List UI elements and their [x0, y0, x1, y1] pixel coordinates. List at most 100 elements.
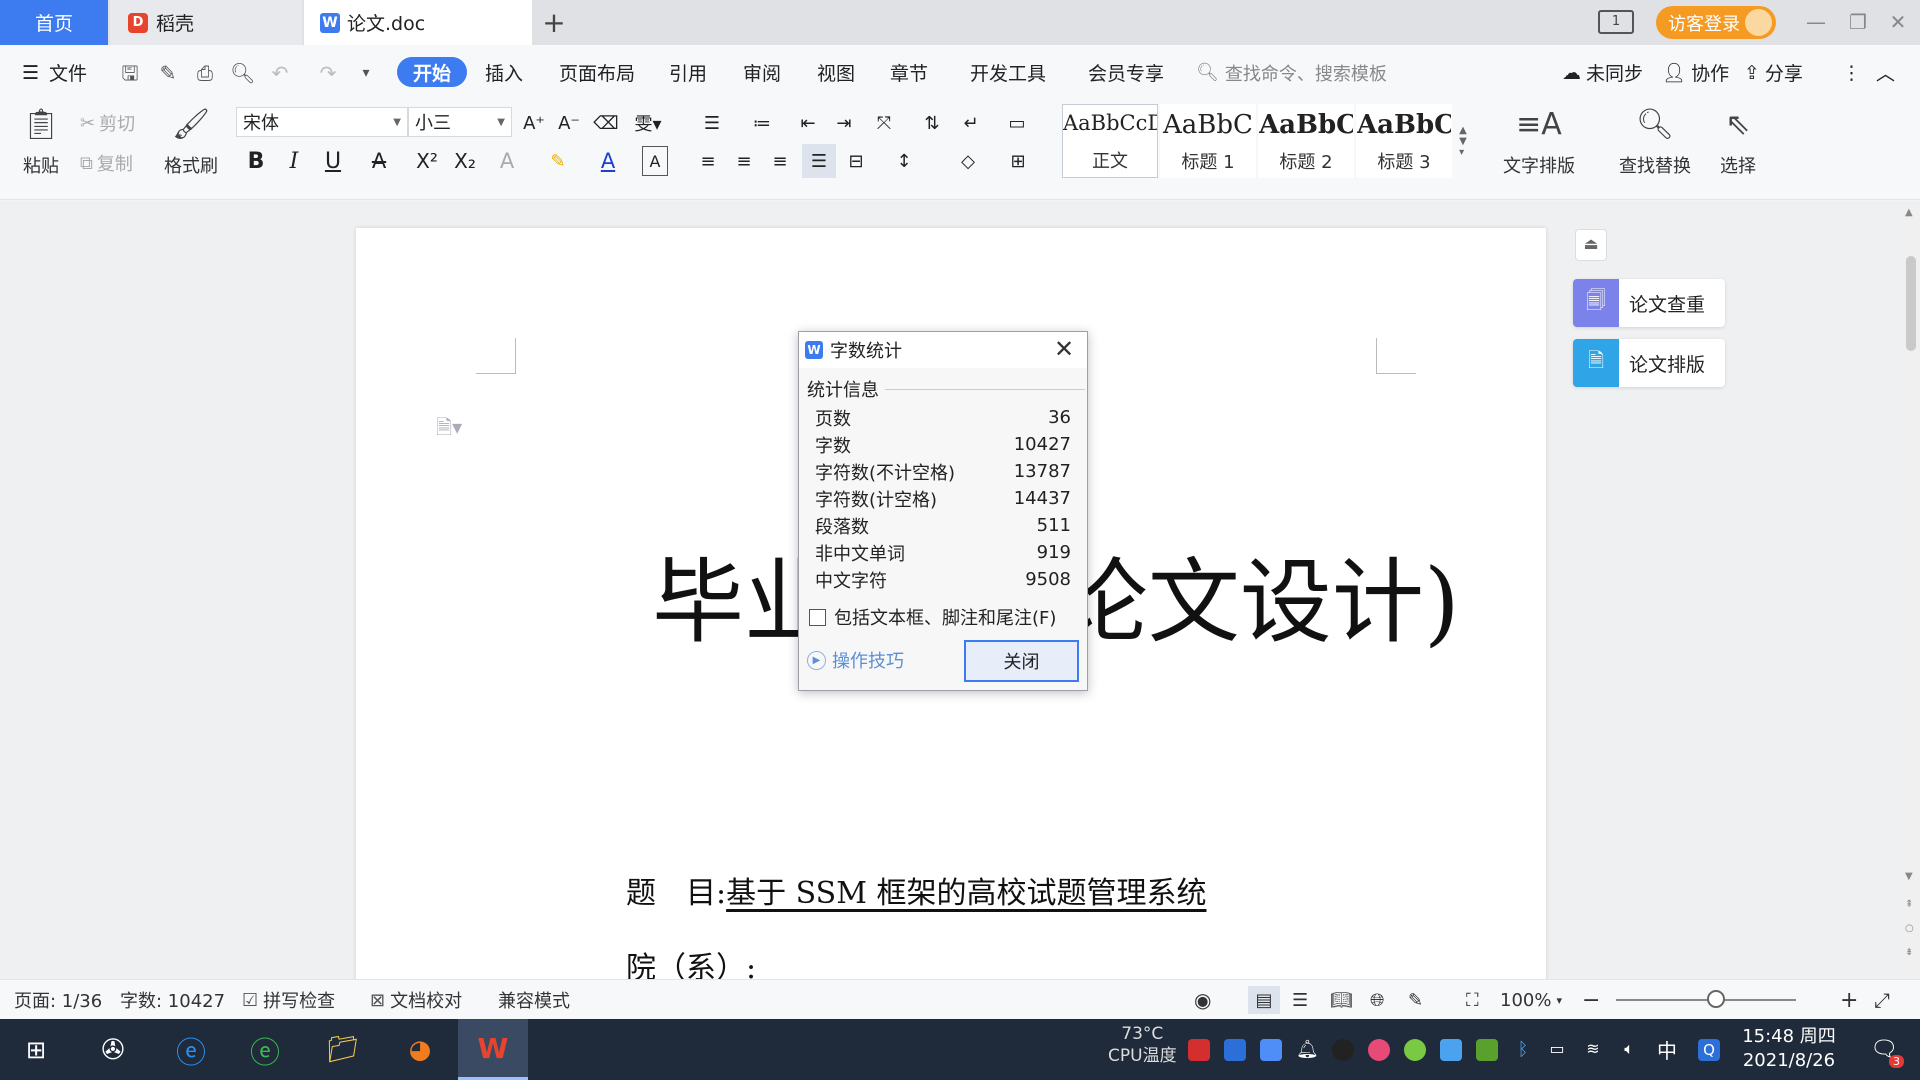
tab-chapter[interactable]: 章节 — [890, 45, 928, 100]
align-center-icon[interactable]: ≡ — [730, 146, 758, 176]
decrease-indent-icon[interactable]: ⇤ — [794, 108, 822, 138]
underline-icon[interactable]: U — [316, 146, 350, 176]
close-icon[interactable]: ✕ — [1051, 336, 1077, 362]
bell-icon[interactable]: 🔔︎ — [1296, 1039, 1319, 1061]
share-button[interactable]: ⇪ 分享 — [1744, 45, 1803, 100]
highlight-icon[interactable]: ✎ — [540, 146, 576, 176]
text-layout-button[interactable]: ≡A 文字排版 — [1494, 108, 1584, 178]
collab-button[interactable]: 👤︎ 协作 — [1662, 45, 1729, 100]
visitor-login-button[interactable]: 访客登录 — [1656, 6, 1776, 39]
minimize-button[interactable]: — — [1798, 8, 1834, 36]
align-right-icon[interactable]: ≡ — [766, 146, 794, 176]
italic-icon[interactable]: I — [282, 146, 306, 176]
ie-browser-icon[interactable]: ⓔ — [166, 1019, 216, 1080]
bold-icon[interactable]: B — [244, 146, 268, 176]
number-list-icon[interactable]: ≔ — [744, 108, 780, 138]
input-method-indicator[interactable]: 中 — [1657, 1019, 1677, 1080]
tab-home[interactable]: 首页 — [0, 0, 108, 45]
volume-icon[interactable]: 🔈︎ — [1618, 1039, 1640, 1061]
wps-taskbar-icon[interactable]: W — [458, 1019, 528, 1080]
tray-app-icon[interactable] — [1368, 1039, 1390, 1061]
tab-review[interactable]: 审阅 — [743, 45, 781, 100]
subscript-icon[interactable]: X₂ — [450, 146, 480, 176]
tab-references[interactable]: 引用 — [669, 45, 707, 100]
paper-format-button[interactable]: 🗎 论文排版 — [1573, 339, 1725, 387]
app-mascot-icon[interactable]: ◕ — [394, 1019, 446, 1080]
phonetic-icon[interactable]: 雯▾ — [630, 108, 666, 138]
paper-check-button[interactable]: 🗐 论文查重 — [1573, 279, 1725, 327]
select-button[interactable]: ⇖ 选择 — [1712, 108, 1764, 178]
style-normal[interactable]: AaBbCcDd 正文 — [1062, 104, 1158, 178]
copy-button[interactable]: ⧉ 复制 — [80, 148, 133, 178]
paste-button[interactable]: 📋︎ 粘贴 — [16, 108, 66, 178]
char-border-icon[interactable]: A — [642, 146, 668, 176]
font-size-select[interactable]: 小三 ▼ — [408, 107, 512, 137]
qq-icon[interactable] — [1332, 1039, 1354, 1061]
undo-icon[interactable]: ↶ — [268, 61, 292, 85]
tab-insert[interactable]: 插入 — [485, 45, 523, 100]
cut-button[interactable]: ✂ 剪切 — [80, 108, 135, 138]
battery-icon[interactable]: ▭ — [1546, 1039, 1568, 1061]
outline-view-icon[interactable]: ☰ — [1292, 980, 1308, 1020]
strikethrough-icon[interactable]: A — [362, 146, 396, 176]
print-preview-icon[interactable]: 🔍︎ — [230, 61, 255, 85]
close-window-button[interactable]: ✕ — [1880, 8, 1916, 36]
style-heading-1[interactable]: AaBbC 标题 1 — [1160, 104, 1256, 178]
scroll-down-icon[interactable]: ▼ — [1905, 871, 1913, 882]
next-page-icon[interactable]: ⇟ — [1905, 947, 1913, 958]
scrollbar-thumb[interactable] — [1906, 256, 1916, 351]
spell-check-button[interactable]: ☑ 拼写检查 — [242, 980, 335, 1020]
style-heading-3[interactable]: AaBbC 标题 3 — [1356, 104, 1452, 178]
new-tab-button[interactable]: + — [536, 4, 572, 40]
ruler-icon[interactable]: ▭ — [1002, 108, 1032, 138]
page-indicator[interactable]: 页面: 1/36 — [14, 980, 102, 1020]
zoom-slider-handle[interactable] — [1707, 990, 1725, 1008]
more-icon[interactable]: ⋮ — [1842, 45, 1861, 100]
line-break-icon[interactable]: ↵ — [954, 108, 988, 138]
search-tray-icon[interactable]: Q — [1698, 1039, 1720, 1061]
reading-view-icon[interactable]: 📖︎ — [1330, 980, 1353, 1020]
web-view-icon[interactable]: 🌐︎ — [1370, 980, 1384, 1020]
zoom-level[interactable]: 100% ▾ — [1500, 980, 1562, 1020]
prev-page-icon[interactable]: ⇞ — [1905, 899, 1913, 910]
sync-status[interactable]: ☁ 未同步 — [1562, 45, 1643, 100]
grow-font-icon[interactable]: A⁺ — [520, 108, 548, 138]
paint-icon[interactable]: ✎ — [156, 61, 180, 85]
tab-view[interactable]: 视图 — [817, 45, 855, 100]
tray-app-icon[interactable] — [1188, 1039, 1210, 1061]
styles-scroll-icon[interactable]: ▲ ▼ ▾ — [1454, 104, 1472, 178]
fullscreen-icon[interactable]: ⤢ — [1874, 980, 1890, 1020]
tab-daoke[interactable]: D 稻壳 — [110, 0, 302, 45]
scroll-up-icon[interactable]: ▲ — [1905, 207, 1913, 218]
fit-page-icon[interactable]: ⛶ — [1466, 980, 1479, 1020]
zoom-in-icon[interactable]: + — [1840, 980, 1858, 1020]
tab-start[interactable]: 开始 — [397, 57, 468, 87]
print-icon[interactable]: ⎙ — [193, 61, 217, 85]
font-name-select[interactable]: 宋体 ▼ — [236, 107, 408, 137]
justify-icon[interactable]: ☰ — [802, 144, 836, 178]
command-search[interactable]: 🔍︎ 查找命令、搜索模板 — [1196, 45, 1387, 100]
font-color-icon[interactable]: A — [590, 146, 626, 176]
distribute-icon[interactable]: ⊟ — [842, 146, 870, 176]
restore-button[interactable]: ❐ — [1840, 8, 1876, 36]
zoom-slider[interactable] — [1616, 999, 1796, 1001]
checkbox-box[interactable] — [809, 608, 826, 626]
windows-start-icon[interactable]: ⊞ — [14, 1019, 58, 1080]
quick-access-dropdown-icon[interactable]: ▾ — [354, 61, 378, 85]
document-note-icon[interactable]: 🗎▾ — [436, 413, 462, 447]
file-explorer-icon[interactable]: 📁︎ — [316, 1019, 370, 1080]
find-replace-button[interactable]: 🔍︎ 查找替换 — [1610, 108, 1700, 178]
save-icon[interactable]: 🖫 — [118, 61, 142, 85]
bluetooth-icon[interactable]: ᛒ — [1512, 1039, 1534, 1061]
style-heading-2[interactable]: AaBbC 标题 2 — [1258, 104, 1354, 178]
pen-icon[interactable]: ✎ — [1408, 980, 1423, 1020]
dialog-titlebar[interactable]: W 字数统计 — [799, 332, 1087, 368]
tab-document[interactable]: W 论文.doc — [304, 0, 532, 45]
system-clock[interactable]: 15:48 周四 2021/8/26 — [1730, 1025, 1848, 1073]
window-layout-button[interactable]: 1 — [1598, 10, 1634, 34]
tab-member[interactable]: 会员专享 — [1088, 45, 1164, 100]
tray-app-icon[interactable] — [1404, 1039, 1426, 1061]
line-spacing-icon[interactable]: ↕ — [886, 146, 922, 176]
app-pinwheel-icon[interactable]: ✇ — [88, 1019, 138, 1080]
align-left-icon[interactable]: ≡ — [694, 146, 722, 176]
